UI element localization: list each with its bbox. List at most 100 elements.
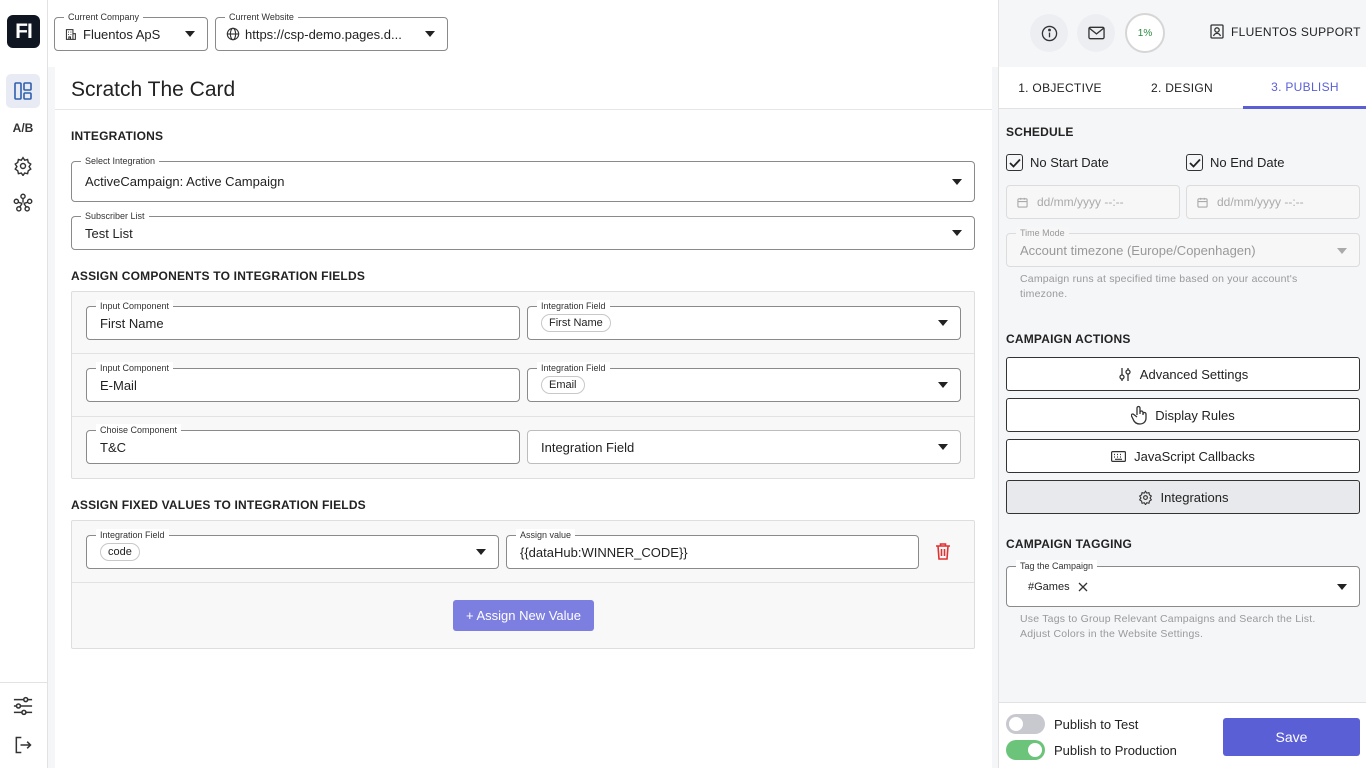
building-icon: [65, 28, 76, 40]
left-rail: FI A/B: [0, 0, 48, 768]
checkbox-checked-icon: [1006, 154, 1023, 171]
field-chip: Email: [541, 376, 585, 394]
assign-components-heading: ASSIGN COMPONENTS TO INTEGRATION FIELDS: [71, 269, 366, 283]
field-chip: First Name: [541, 314, 611, 332]
tune-icon: [1119, 367, 1131, 381]
progress-indicator: 1%: [1125, 13, 1165, 53]
integrations-heading: INTEGRATIONS: [71, 129, 164, 143]
support-icon: [1210, 24, 1224, 39]
tag-chip: #Games: [1028, 580, 1070, 593]
globe-icon: [226, 27, 240, 41]
integrations-nodes-icon[interactable]: [6, 186, 40, 220]
input-component-value: E-Mail: [100, 377, 137, 393]
top-bar: Current Company Fluentos ApS Current Web…: [48, 0, 998, 67]
integration-field-select[interactable]: Integration Field First Name: [527, 300, 961, 340]
chevron-down-icon: [938, 320, 948, 326]
integration-field-select[interactable]: Integration Field Email: [527, 362, 961, 402]
display-rules-button[interactable]: Display Rules: [1006, 398, 1360, 432]
no-start-date-label: No Start Date: [1030, 155, 1109, 170]
integration-field-placeholder: Integration Field: [541, 439, 635, 455]
calendar-icon: [1197, 197, 1208, 208]
integrations-label: Integrations: [1160, 489, 1229, 505]
right-header: 1% FLUENTOS SUPPORT: [999, 0, 1366, 67]
display-rules-label: Display Rules: [1155, 407, 1235, 423]
chevron-down-icon: [1337, 248, 1347, 254]
app-logo[interactable]: FI: [7, 15, 40, 48]
no-start-date-checkbox[interactable]: No Start Date: [1006, 154, 1109, 171]
website-value: https://csp-demo.pages.d...: [245, 26, 402, 42]
page-title: Scratch The Card: [71, 78, 236, 101]
company-select[interactable]: Current Company Fluentos ApS: [54, 11, 208, 51]
row-divider: [72, 582, 974, 583]
campaigns-icon[interactable]: [6, 74, 40, 108]
input-component-field[interactable]: Input Component E-Mail: [86, 362, 520, 402]
no-end-date-checkbox[interactable]: No End Date: [1186, 154, 1284, 171]
touch-icon: [1131, 405, 1147, 425]
subscriber-list-select[interactable]: Subscriber List Test List: [71, 210, 975, 250]
start-date-placeholder: dd/mm/yyyy --:--: [1037, 195, 1124, 209]
assign-value-input[interactable]: Assign value {{dataHub:WINNER_CODE}}: [506, 529, 919, 569]
choice-component-field[interactable]: Choise Component T&C: [86, 424, 520, 464]
right-panel: 1% FLUENTOS SUPPORT 1. OBJECTIVE 2. DESI…: [998, 0, 1366, 768]
time-mode-value: Account timezone (Europe/Copenhagen): [1020, 242, 1256, 258]
support-label: FLUENTOS SUPPORT: [1231, 24, 1361, 39]
gear-icon: [1138, 489, 1152, 505]
fixed-integration-field-select[interactable]: Integration Field code: [86, 529, 499, 569]
close-icon[interactable]: [1078, 582, 1088, 592]
support-link[interactable]: FLUENTOS SUPPORT: [1210, 24, 1361, 39]
schedule-heading: SCHEDULE: [1006, 125, 1074, 139]
tab-design[interactable]: 2. DESIGN: [1121, 67, 1243, 109]
sliders-icon[interactable]: [6, 689, 40, 723]
row-divider: [72, 353, 974, 354]
select-integration-value: ActiveCampaign: Active Campaign: [85, 174, 285, 189]
ab-test-icon[interactable]: A/B: [6, 111, 40, 145]
publish-to-test-toggle[interactable]: Publish to Test: [1006, 714, 1138, 734]
rail-divider: [0, 682, 48, 683]
chevron-down-icon: [476, 549, 486, 555]
schedule-help-2: timezone.: [1020, 288, 1068, 300]
schedule-help-1: Campaign runs at specified time based on…: [1020, 273, 1298, 285]
integration-field-select[interactable]: Integration Field: [527, 430, 961, 464]
assign-fixed-box: Integration Field code Assign value {{da…: [71, 520, 975, 649]
row-divider: [72, 416, 974, 417]
assign-new-value-button[interactable]: + Assign New Value: [453, 600, 594, 631]
tag-campaign-select[interactable]: Tag the Campaign #Games: [1006, 560, 1360, 607]
start-date-input[interactable]: dd/mm/yyyy --:--: [1006, 185, 1180, 219]
tab-objective[interactable]: 1. OBJECTIVE: [999, 67, 1121, 109]
field-chip: code: [100, 543, 140, 561]
select-integration[interactable]: Select Integration ActiveCampaign: Activ…: [71, 155, 975, 202]
campaign-actions-heading: CAMPAIGN ACTIONS: [1006, 332, 1131, 346]
assign-components-box: Input Component First Name Integration F…: [71, 291, 975, 479]
save-button[interactable]: Save: [1223, 718, 1360, 756]
input-component-value: First Name: [100, 315, 164, 331]
input-component-field[interactable]: Input Component First Name: [86, 300, 520, 340]
assign-value-text: {{dataHub:WINNER_CODE}}: [520, 544, 688, 560]
step-tabs: 1. OBJECTIVE 2. DESIGN 3. PUBLISH: [999, 67, 1366, 109]
checkbox-checked-icon: [1186, 154, 1203, 171]
chevron-down-icon: [938, 382, 948, 388]
mail-icon[interactable]: [1077, 14, 1115, 52]
company-value: Fluentos ApS: [83, 26, 161, 42]
calendar-icon: [1017, 197, 1028, 208]
trash-icon[interactable]: [935, 542, 951, 560]
end-date-input[interactable]: dd/mm/yyyy --:--: [1186, 185, 1360, 219]
title-divider: [55, 109, 992, 110]
info-icon[interactable]: [1030, 14, 1068, 52]
time-mode-select[interactable]: Time Mode Account timezone (Europe/Copen…: [1006, 227, 1360, 267]
tagging-help-2: Adjust Colors in the Website Settings.: [1020, 628, 1204, 640]
publish-to-production-toggle[interactable]: Publish to Production: [1006, 740, 1177, 760]
keyboard-icon: [1111, 450, 1127, 462]
tab-publish[interactable]: 3. PUBLISH: [1243, 67, 1366, 109]
publish-footer: Publish to Test Publish to Production Sa…: [999, 702, 1366, 768]
campaign-tagging-heading: CAMPAIGN TAGGING: [1006, 537, 1133, 551]
chevron-down-icon: [425, 31, 435, 37]
logout-icon[interactable]: [6, 728, 40, 762]
javascript-callbacks-button[interactable]: JavaScript Callbacks: [1006, 439, 1360, 473]
website-select[interactable]: Current Website https://csp-demo.pages.d…: [215, 11, 448, 51]
toggle-on-icon: [1006, 740, 1045, 760]
advanced-settings-button[interactable]: Advanced Settings: [1006, 357, 1360, 391]
integrations-button[interactable]: Integrations: [1006, 480, 1360, 514]
settings-gear-icon[interactable]: [6, 149, 40, 183]
choice-component-value: T&C: [100, 439, 126, 455]
chevron-down-icon: [938, 444, 948, 450]
